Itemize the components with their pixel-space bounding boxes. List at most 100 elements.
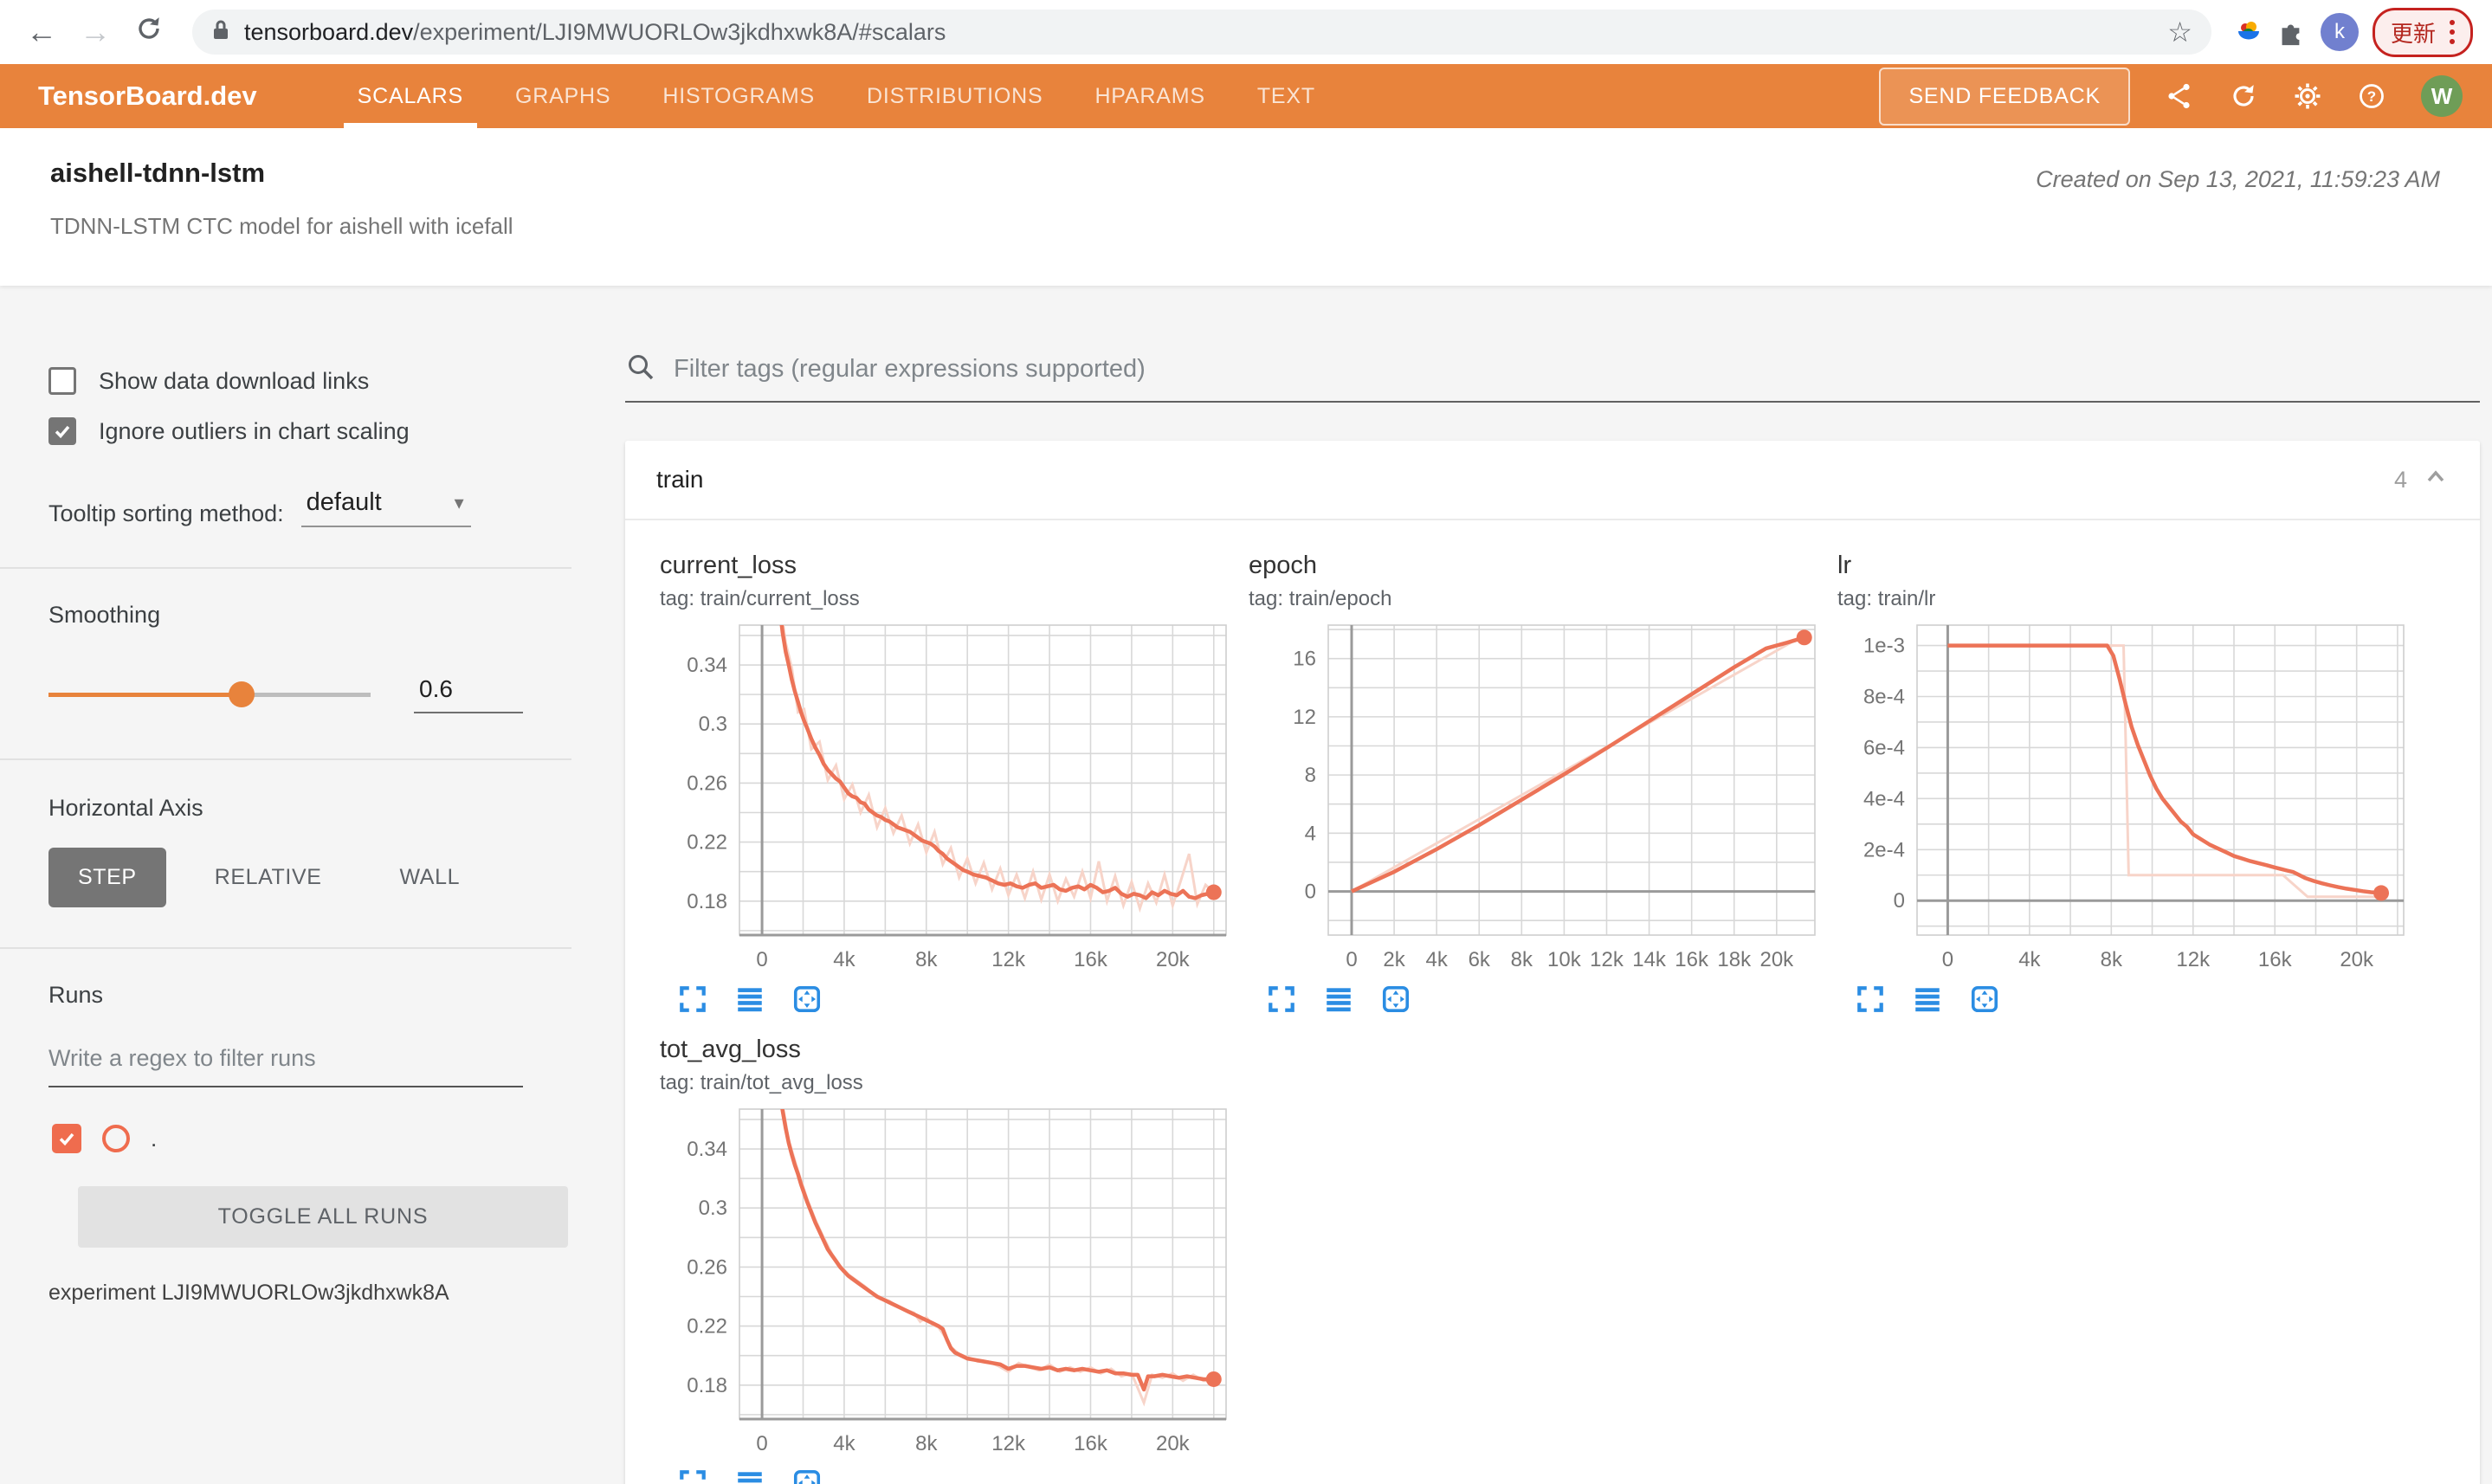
chart-title: epoch	[1249, 552, 1318, 579]
fit-domain-icon[interactable]	[791, 984, 823, 1015]
forward-icon[interactable]: →	[73, 14, 118, 50]
back-icon[interactable]: ←	[19, 14, 64, 50]
chart-title: current_loss	[660, 552, 797, 579]
smoothing-label: Smoothing	[48, 602, 161, 628]
log-scale-toggle-icon[interactable]	[1323, 984, 1354, 1015]
salad-extension-icon[interactable]	[2232, 16, 2265, 48]
expand-chart-icon[interactable]	[677, 984, 708, 1015]
update-label: 更新	[2390, 20, 2436, 47]
url-bar[interactable]: tensorboard.dev/experiment/LJI9MWUORLOw3…	[192, 10, 2211, 55]
svg-text:8k: 8k	[915, 948, 938, 971]
show-download-links-label: Show data download links	[99, 367, 370, 394]
search-icon	[625, 352, 656, 387]
chevron-up-icon[interactable]	[2423, 464, 2449, 496]
settings-sidebar: Show data download links Ignore outliers…	[0, 286, 571, 1484]
axis-relative-button[interactable]: RELATIVE	[185, 848, 352, 907]
expand-chart-icon[interactable]	[1266, 984, 1297, 1015]
browser-profile-avatar[interactable]: k	[2320, 13, 2359, 51]
tab-text[interactable]: TEXT	[1231, 64, 1341, 128]
chart-plot[interactable]: 0 4k 8k 12k 16k 20k 0.18 0.22 0.26 0.3 0.34	[660, 620, 1231, 973]
axis-wall-button[interactable]: WALL	[371, 848, 490, 907]
checkmark-icon	[55, 425, 70, 439]
experiment-header: aishell-tdnn-lstm TDNN-LSTM CTC model fo…	[0, 128, 2492, 286]
tab-graphs[interactable]: GRAPHS	[489, 64, 636, 128]
browser-menu-icon[interactable]	[2450, 20, 2455, 44]
smoothing-slider[interactable]	[48, 681, 371, 707]
svg-text:12k: 12k	[1590, 948, 1624, 971]
axis-step-button[interactable]: STEP	[48, 848, 166, 907]
checkmark-icon	[59, 1132, 74, 1146]
chart-plot[interactable]: 0 4k 8k 12k 16k 20k 0.18 0.22 0.26 0.3 0.34	[660, 1104, 1231, 1457]
bookmark-star-icon[interactable]: ☆	[2167, 16, 2192, 48]
settings-gear-icon[interactable]	[2293, 81, 2322, 111]
scalar-chart-card: lr tag: train/lr 0 4k 8k 12k 16k 20k 0 2e-4 4e-4…	[1837, 552, 2409, 1015]
charts-grid: current_loss tag: train/current_loss 0 4k…	[625, 520, 2480, 1484]
show-download-links-checkbox-row[interactable]: Show data download links	[48, 367, 571, 395]
log-scale-toggle-icon[interactable]	[734, 984, 765, 1015]
dropdown-arrow-icon: ▾	[454, 491, 464, 513]
svg-text:6e-4: 6e-4	[1863, 736, 1905, 759]
log-scale-toggle-icon[interactable]	[1912, 984, 1943, 1015]
tab-distributions[interactable]: DISTRIBUTIONS	[841, 64, 1068, 128]
fit-domain-icon[interactable]	[791, 1468, 823, 1484]
svg-text:12k: 12k	[991, 948, 1026, 971]
tooltip-sorting-value: default	[306, 488, 382, 516]
expand-chart-icon[interactable]	[1855, 984, 1886, 1015]
train-group-header[interactable]: train 4	[625, 441, 2480, 520]
ignore-outliers-checkbox[interactable]	[48, 417, 76, 445]
chart-title: lr	[1837, 552, 1852, 579]
svg-text:18k: 18k	[1717, 948, 1752, 971]
show-download-links-checkbox[interactable]	[48, 367, 76, 395]
puzzle-extension-icon[interactable]	[2274, 16, 2307, 48]
svg-text:4k: 4k	[2018, 948, 2041, 971]
runs-filter-input[interactable]: Write a regex to filter runs	[48, 1045, 523, 1087]
ignore-outliers-checkbox-row[interactable]: Ignore outliers in chart scaling	[48, 417, 571, 445]
fit-domain-icon[interactable]	[1969, 984, 2000, 1015]
url-text[interactable]: tensorboard.dev/experiment/LJI9MWUORLOw3…	[244, 19, 2153, 46]
svg-text:?: ?	[2367, 88, 2376, 105]
svg-text:8e-4: 8e-4	[1863, 686, 1905, 709]
svg-text:0: 0	[1894, 889, 1905, 913]
reload-icon[interactable]	[126, 14, 171, 51]
user-avatar[interactable]: W	[2421, 75, 2463, 117]
refresh-icon[interactable]	[2229, 81, 2258, 111]
svg-text:20k: 20k	[1759, 948, 1794, 971]
expand-chart-icon[interactable]	[677, 1468, 708, 1484]
help-icon[interactable]: ?	[2357, 81, 2386, 111]
share-icon[interactable]	[2165, 81, 2194, 111]
log-scale-toggle-icon[interactable]	[734, 1468, 765, 1484]
tab-hparams[interactable]: HPARAMS	[1068, 64, 1230, 128]
run-checkbox[interactable]	[52, 1124, 81, 1153]
svg-text:0.26: 0.26	[687, 1255, 727, 1279]
send-feedback-button[interactable]: SEND FEEDBACK	[1879, 67, 2130, 126]
tooltip-sorting-select[interactable]: default ▾	[300, 488, 471, 527]
chart-tag: tag: train/tot_avg_loss	[660, 1071, 863, 1094]
svg-text:6k: 6k	[1469, 948, 1491, 971]
svg-text:0.18: 0.18	[687, 1374, 727, 1397]
chart-plot[interactable]: 0 2k 4k 6k 8k 10k 12k 14k 16k 18k 20k 0 4 8 12 16	[1249, 620, 1820, 973]
tab-scalars[interactable]: SCALARS	[332, 64, 489, 128]
scalar-chart-card: current_loss tag: train/current_loss 0 4k…	[660, 552, 1231, 1015]
svg-text:0.34: 0.34	[687, 654, 727, 677]
app-logo[interactable]: TensorBoard.dev	[38, 81, 257, 112]
fit-domain-icon[interactable]	[1380, 984, 1411, 1015]
svg-text:8k: 8k	[1511, 948, 1533, 971]
scalar-chart-card: tot_avg_loss tag: train/tot_avg_loss 0 4k…	[660, 1036, 1231, 1484]
nav-tabs: SCALARS GRAPHS HISTOGRAMS DISTRIBUTIONS …	[332, 64, 1341, 128]
chart-toolbar	[660, 1468, 1231, 1484]
browser-update-button[interactable]: 更新	[2372, 7, 2473, 57]
smoothing-value-input[interactable]: 0.6	[414, 675, 523, 713]
smoothing-slider-thumb[interactable]	[229, 681, 255, 707]
header-actions: SEND FEEDBACK ? W	[1879, 64, 2492, 128]
tag-filter-input[interactable]: Filter tags (regular expressions support…	[625, 352, 2480, 403]
group-title: train	[656, 466, 704, 493]
svg-text:16k: 16k	[1074, 1432, 1108, 1455]
ignore-outliers-label: Ignore outliers in chart scaling	[99, 417, 410, 444]
svg-text:4: 4	[1305, 822, 1316, 845]
svg-text:4e-4: 4e-4	[1863, 787, 1905, 810]
chart-plot[interactable]: 0 4k 8k 12k 16k 20k 0 2e-4 4e-4 6e-4 8e-4 1e-3	[1837, 620, 2409, 973]
tab-histograms[interactable]: HISTOGRAMS	[636, 64, 841, 128]
toggle-all-runs-button[interactable]: TOGGLE ALL RUNS	[78, 1186, 568, 1248]
svg-text:4k: 4k	[1425, 948, 1448, 971]
svg-text:12k: 12k	[991, 1432, 1026, 1455]
